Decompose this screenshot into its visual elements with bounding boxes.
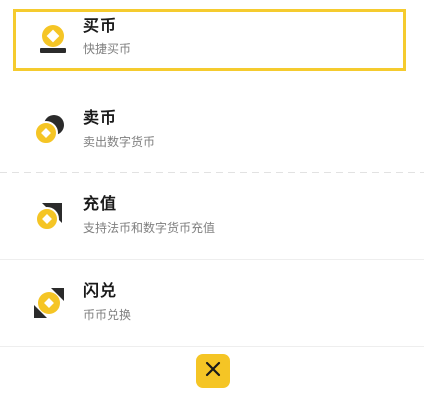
sell-coin-icon [30, 111, 68, 149]
menu-item-title: 充值 [83, 194, 118, 213]
menu-item-buy-coin[interactable]: 买币 快捷买币 [13, 9, 406, 71]
menu-item-title: 闪兑 [83, 281, 118, 300]
menu-item-subtitle: 币币兑换 [83, 308, 132, 322]
menu-item-swap[interactable]: 闪兑 币币兑换 [0, 260, 424, 346]
divider [0, 346, 424, 347]
menu-item-title: 卖币 [83, 108, 118, 127]
deposit-icon [30, 197, 68, 235]
close-icon [204, 360, 222, 382]
menu-item-subtitle: 快捷买币 [83, 42, 132, 56]
swap-icon [30, 284, 68, 322]
menu-item-title: 买币 [83, 16, 118, 35]
menu-item-sell-coin[interactable]: 卖币 卖出数字货币 [0, 88, 424, 172]
buy-coin-icon [34, 21, 72, 59]
menu-item-subtitle: 支持法币和数字货币充值 [83, 221, 216, 235]
menu-item-subtitle: 卖出数字货币 [83, 135, 156, 149]
menu-item-deposit[interactable]: 充值 支持法币和数字货币充值 [0, 173, 424, 259]
close-button[interactable] [196, 354, 230, 388]
